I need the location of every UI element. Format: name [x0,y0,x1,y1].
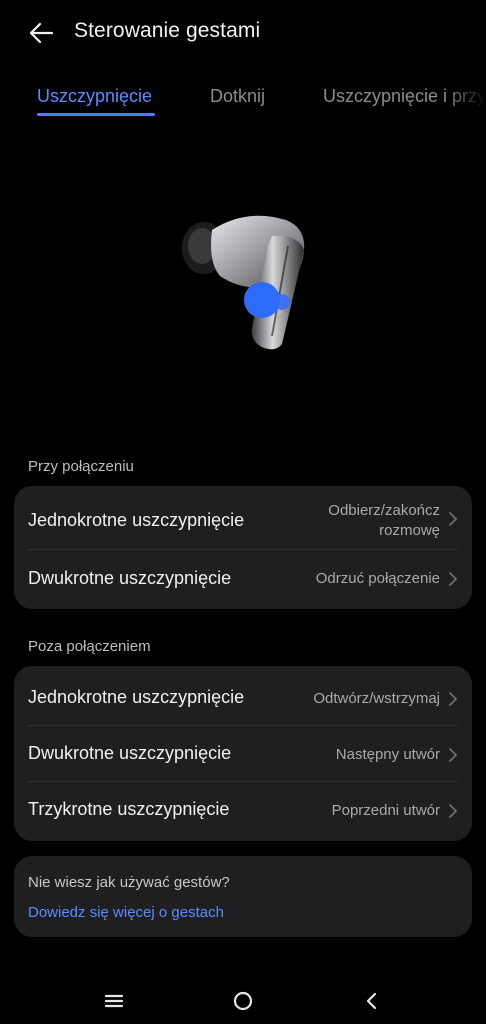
row-single-pinch-call[interactable]: Jednokrotne uszczypnięcie Odbierz/zakońc… [14,486,472,549]
system-nav-bar [0,976,486,1024]
row-title: Dwukrotne uszczypnięcie [28,743,232,763]
menu-icon [104,994,124,1008]
active-tab-indicator [37,113,155,116]
chevron-right-icon [449,512,458,526]
section-label-out-of-call: Poza połączeniem [28,638,151,655]
section-label-in-call: Przy połączeniu [28,458,134,475]
out-of-call-card: Jednokrotne uszczypnięcie Odtwórz/wstrzy… [14,666,472,841]
chevron-right-icon [449,692,458,706]
back-button[interactable] [24,18,58,48]
app-header: Sterowanie gestami [0,0,486,66]
earbud-illustration [182,215,305,350]
tab-bar: Uszczypnięcie Dotknij Uszczypnięcie i pr… [0,86,486,122]
arrow-left-icon [29,22,54,44]
row-double-pinch-call[interactable]: Dwukrotne uszczypnięcie Odrzuć połączeni… [14,550,472,609]
row-title: Dwukrotne uszczypnięcie [28,568,232,588]
row-value: Odtwórz/wstrzymaj [313,690,440,707]
row-single-pinch[interactable]: Jednokrotne uszczypnięcie Odtwórz/wstrzy… [14,666,472,725]
row-double-pinch[interactable]: Dwukrotne uszczypnięcie Następny utwór [14,726,472,781]
chevron-right-icon [449,804,458,818]
row-title: Trzykrotne uszczypnięcie [28,799,230,819]
learn-more-link[interactable]: Dowiedz się więcej o gestach [28,904,224,921]
row-title: Jednokrotne uszczypnięcie [28,687,245,707]
row-title: Jednokrotne uszczypnięcie [28,510,245,530]
tab-touch[interactable]: Dotknij [210,86,265,107]
row-value: Poprzedni utwór [331,802,440,819]
in-call-card: Jednokrotne uszczypnięcie Odbierz/zakońc… [14,486,472,609]
row-value: Następny utwór [335,746,440,763]
help-question: Nie wiesz jak używać gestów? [28,874,230,891]
row-triple-pinch[interactable]: Trzykrotne uszczypnięcie Poprzedni utwór [14,782,472,841]
row-value: Odbierz/zakończ rozmowę [328,502,440,539]
page-title: Sterowanie gestami [74,19,261,42]
chevron-right-icon [449,572,458,586]
home-button[interactable] [228,986,258,1016]
nav-back-button[interactable] [357,986,387,1016]
tab-pinch[interactable]: Uszczypnięcie [37,86,152,107]
help-card: Nie wiesz jak używać gestów? Dowiedz się… [14,856,472,937]
recent-apps-button[interactable] [99,986,129,1016]
chevron-right-icon [449,748,458,762]
row-value: Odrzuć połączenie [315,570,440,587]
home-circle-icon [233,991,253,1011]
back-triangle-icon [366,992,377,1010]
